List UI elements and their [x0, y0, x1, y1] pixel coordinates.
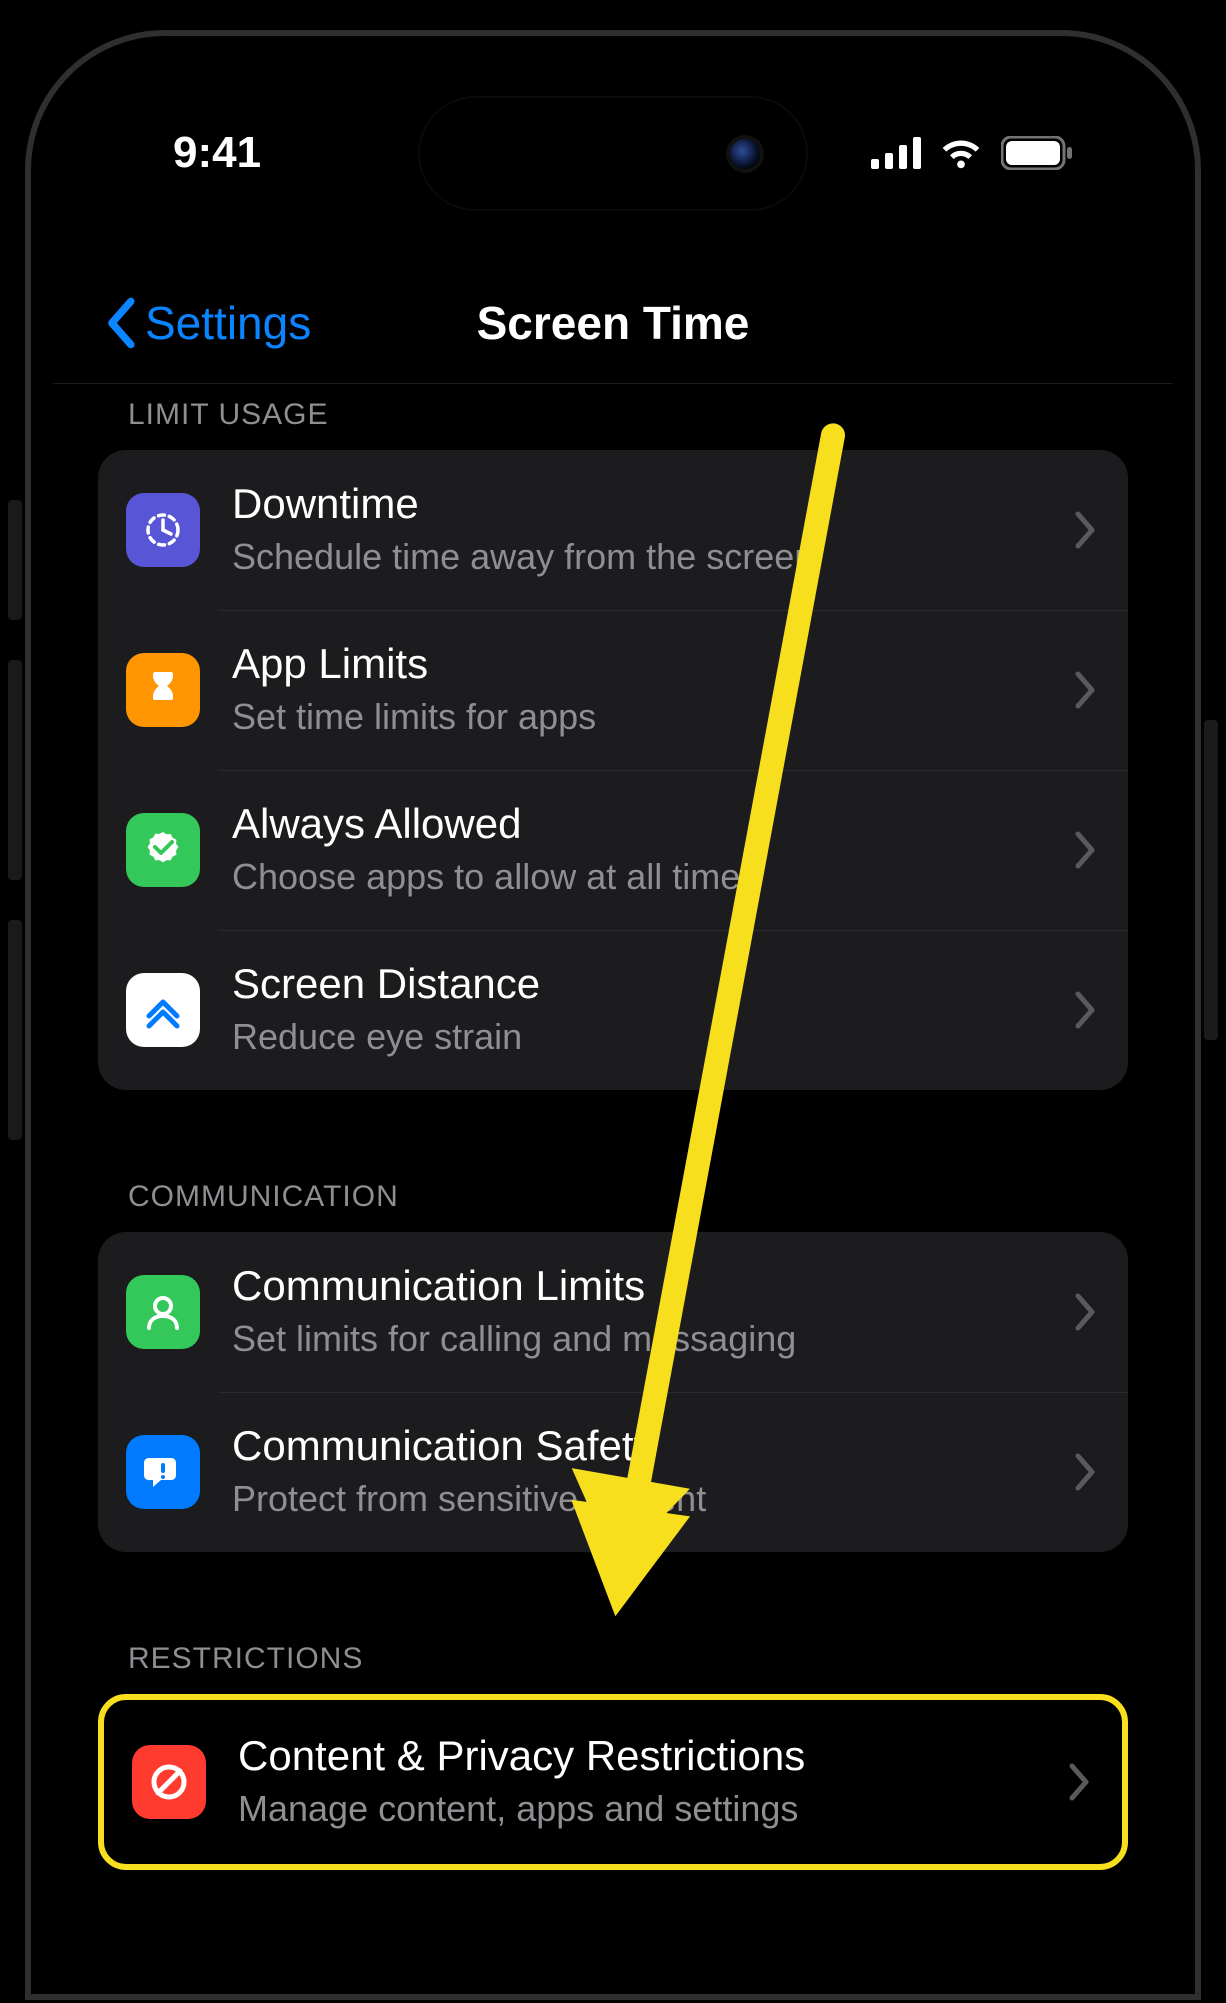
row-subtitle: Set limits for calling and messaging [232, 1315, 1054, 1364]
row-title: Downtime [232, 479, 1054, 529]
page-title: Screen Time [477, 296, 750, 350]
volume-mute-switch [8, 500, 22, 620]
row-subtitle: Choose apps to allow at all times [232, 853, 1054, 902]
back-label: Settings [145, 296, 311, 350]
row-title: App Limits [232, 639, 1054, 689]
row-content-privacy-restrictions[interactable]: Content & Privacy Restrictions Manage co… [104, 1700, 1122, 1864]
wifi-icon [939, 137, 983, 170]
battery-icon [1001, 136, 1073, 170]
row-title: Always Allowed [232, 799, 1054, 849]
row-app-limits[interactable]: App Limits Set time limits for apps [98, 610, 1128, 770]
phone-screen: 9:41 [53, 58, 1173, 1994]
volume-down-button [8, 920, 22, 1140]
chevron-right-icon [1068, 1762, 1090, 1802]
status-bar: 9:41 [53, 118, 1173, 188]
cellular-icon [871, 137, 921, 169]
row-title: Communication Limits [232, 1261, 1054, 1311]
card-limit-usage: Downtime Schedule time away from the scr… [98, 450, 1128, 1090]
row-title: Content & Privacy Restrictions [238, 1731, 1048, 1781]
chevron-right-icon [1074, 1452, 1096, 1492]
section-header-communication: COMMUNICATION [53, 1180, 1173, 1214]
nav-bar: Settings Screen Time [53, 263, 1173, 384]
screen-distance-icon [126, 973, 200, 1047]
row-subtitle: Manage content, apps and settings [238, 1785, 1048, 1834]
row-communication-safety[interactable]: Communication Safety Protect from sensit… [98, 1392, 1128, 1552]
content: LIMIT USAGE Downtime Schedule t [53, 398, 1173, 1994]
card-restrictions-highlighted: Content & Privacy Restrictions Manage co… [98, 1694, 1128, 1870]
chevron-right-icon [1074, 670, 1096, 710]
row-title: Screen Distance [232, 959, 1054, 1009]
card-communication: Communication Limits Set limits for call… [98, 1232, 1128, 1552]
row-subtitle: Set time limits for apps [232, 693, 1054, 742]
volume-up-button [8, 660, 22, 880]
phone-frame: 9:41 [25, 30, 1201, 2000]
chevron-right-icon [1074, 830, 1096, 870]
row-communication-limits[interactable]: Communication Limits Set limits for call… [98, 1232, 1128, 1392]
content-privacy-icon [132, 1745, 206, 1819]
row-subtitle: Schedule time away from the screen [232, 533, 1054, 582]
row-screen-distance[interactable]: Screen Distance Reduce eye strain [98, 930, 1128, 1090]
row-title: Communication Safety [232, 1421, 1054, 1471]
row-subtitle: Reduce eye strain [232, 1013, 1054, 1062]
downtime-icon [126, 493, 200, 567]
row-downtime[interactable]: Downtime Schedule time away from the scr… [98, 450, 1128, 610]
power-button [1204, 720, 1218, 1040]
chevron-right-icon [1074, 990, 1096, 1030]
back-button[interactable]: Settings [103, 296, 311, 350]
row-subtitle: Protect from sensitive content [232, 1475, 1054, 1524]
status-time: 9:41 [173, 128, 261, 177]
communication-safety-icon [126, 1435, 200, 1509]
chevron-right-icon [1074, 510, 1096, 550]
section-header-limit-usage: LIMIT USAGE [53, 398, 1173, 432]
chevron-right-icon [1074, 1292, 1096, 1332]
section-header-restrictions: RESTRICTIONS [53, 1642, 1173, 1676]
always-allowed-icon [126, 813, 200, 887]
row-always-allowed[interactable]: Always Allowed Choose apps to allow at a… [98, 770, 1128, 930]
communication-limits-icon [126, 1275, 200, 1349]
app-limits-icon [126, 653, 200, 727]
